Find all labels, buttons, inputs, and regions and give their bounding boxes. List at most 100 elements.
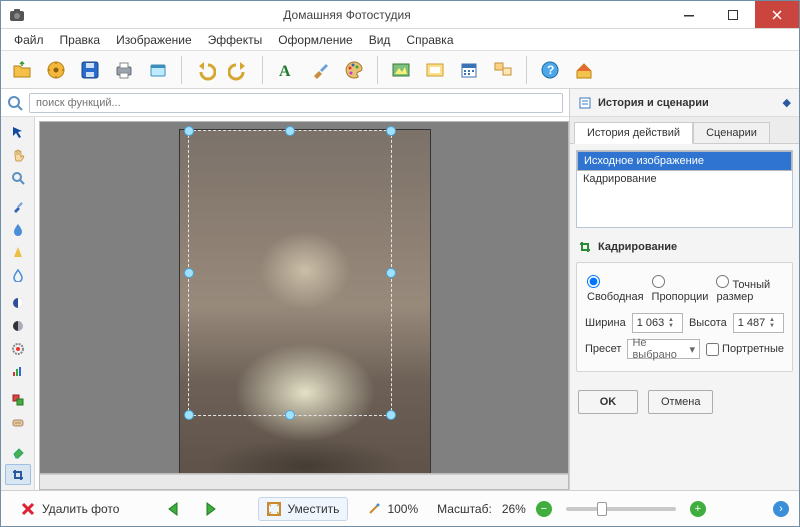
spinner-icon[interactable]: ▲▼ xyxy=(668,317,678,329)
tab-scenarios[interactable]: Сценарии xyxy=(693,122,770,144)
home-button[interactable] xyxy=(569,55,599,85)
tool-strip xyxy=(1,117,35,490)
search-bar xyxy=(1,89,569,117)
heal-tool[interactable] xyxy=(5,413,31,434)
mode-free[interactable]: Свободная xyxy=(587,275,644,303)
delete-photo-button[interactable]: Удалить фото xyxy=(11,496,128,522)
crop-panel-title: Кадрирование xyxy=(598,241,677,253)
crop-tool[interactable] xyxy=(5,464,31,485)
hand-tool[interactable] xyxy=(5,145,31,166)
height-label: Высота xyxy=(689,317,727,329)
crop-handle-e[interactable] xyxy=(386,268,396,278)
save-button[interactable] xyxy=(75,55,105,85)
zoom-out-button[interactable]: − xyxy=(536,501,552,517)
smudge-tool[interactable] xyxy=(5,264,31,285)
crop-handle-ne[interactable] xyxy=(386,126,396,136)
menu-effects[interactable]: Эффекты xyxy=(201,31,270,49)
levels-tool[interactable] xyxy=(5,361,31,382)
mode-exact[interactable]: Точный размер xyxy=(716,275,782,303)
minimize-button[interactable] xyxy=(667,1,711,28)
prev-button[interactable] xyxy=(162,498,188,520)
app-icon xyxy=(7,9,27,21)
height-input[interactable]: 1 487▲▼ xyxy=(733,313,784,333)
right-panel: История и сценарии ◆ История действий Сц… xyxy=(569,89,799,490)
calendar-button[interactable] xyxy=(454,55,484,85)
crop-handle-n[interactable] xyxy=(285,126,295,136)
menu-file[interactable]: Файл xyxy=(7,31,51,49)
maximize-button[interactable] xyxy=(711,1,755,28)
tab-history[interactable]: История действий xyxy=(574,122,693,144)
cancel-button[interactable]: Отмена xyxy=(648,390,713,414)
right-tabs: История действий Сценарии xyxy=(570,117,799,144)
menu-decor[interactable]: Оформление xyxy=(271,31,359,49)
menu-view[interactable]: Вид xyxy=(362,31,398,49)
next-button[interactable] xyxy=(198,498,224,520)
history-list[interactable]: Исходное изображение Кадрирование xyxy=(576,150,793,228)
brush-tool[interactable] xyxy=(5,196,31,217)
mode-prop[interactable]: Пропорции xyxy=(652,275,709,303)
crop-handle-nw[interactable] xyxy=(184,126,194,136)
crop-rect[interactable] xyxy=(188,130,392,416)
text-tool-button[interactable]: A xyxy=(271,55,301,85)
print-button[interactable] xyxy=(109,55,139,85)
canvas-scrollbar-h[interactable] xyxy=(39,474,569,490)
ok-button[interactable]: OK xyxy=(578,390,638,414)
zoom-100-button[interactable]: 100% xyxy=(358,497,427,521)
effects-button[interactable] xyxy=(386,55,416,85)
crop-handle-sw[interactable] xyxy=(184,410,194,420)
center-column xyxy=(1,89,569,490)
crop-handle-w[interactable] xyxy=(184,268,194,278)
window-title: Домашняя Фотостудия xyxy=(27,8,667,22)
svg-text:?: ? xyxy=(547,63,554,77)
burn-tool[interactable] xyxy=(5,316,31,337)
portrait-checkbox[interactable]: Портретные xyxy=(706,343,784,356)
clone-tool[interactable] xyxy=(5,390,31,411)
main-toolbar: A ? xyxy=(1,51,799,89)
close-button[interactable] xyxy=(755,1,799,28)
scan-button[interactable] xyxy=(143,55,173,85)
delete-icon xyxy=(20,501,36,517)
preset-label: Пресет xyxy=(585,343,621,355)
preset-select[interactable]: Не выбрано▾ xyxy=(627,339,700,359)
zoom-slider-knob[interactable] xyxy=(597,502,607,516)
dodge-tool[interactable] xyxy=(5,293,31,314)
crop-handle-s[interactable] xyxy=(285,410,295,420)
search-icon xyxy=(7,95,23,111)
toolbar-sep xyxy=(181,56,182,84)
zoom-in-button[interactable]: + xyxy=(690,501,706,517)
pointer-tool[interactable] xyxy=(5,122,31,143)
undo-button[interactable] xyxy=(190,55,220,85)
history-row[interactable]: Кадрирование xyxy=(577,171,792,187)
toolbar-sep xyxy=(377,56,378,84)
crop-icon xyxy=(578,240,592,254)
zoom-tool[interactable] xyxy=(5,167,31,188)
fit-button[interactable]: Уместить xyxy=(258,497,348,521)
canvas[interactable] xyxy=(39,121,569,474)
brush-button[interactable] xyxy=(305,55,335,85)
zoom-slider[interactable] xyxy=(566,507,676,511)
frame-button[interactable] xyxy=(420,55,450,85)
eraser-tool[interactable] xyxy=(5,442,31,463)
menu-edit[interactable]: Правка xyxy=(53,31,108,49)
width-label: Ширина xyxy=(585,317,626,329)
blur-tool[interactable] xyxy=(5,219,31,240)
width-input[interactable]: 1 063▲▼ xyxy=(632,313,683,333)
fit-icon xyxy=(267,502,281,516)
palette-button[interactable] xyxy=(339,55,369,85)
search-input[interactable] xyxy=(29,93,563,113)
quick-button[interactable] xyxy=(41,55,71,85)
menu-image[interactable]: Изображение xyxy=(109,31,199,49)
app-window: Домашняя Фотостудия Файл Правка Изображе… xyxy=(0,0,800,527)
history-row[interactable]: Исходное изображение xyxy=(577,151,792,171)
crop-handle-se[interactable] xyxy=(386,410,396,420)
open-button[interactable] xyxy=(7,55,37,85)
sharpen-tool[interactable] xyxy=(5,242,31,263)
collapse-icon[interactable]: ◆ xyxy=(783,96,791,109)
menu-help[interactable]: Справка xyxy=(399,31,460,49)
info-button[interactable]: › xyxy=(773,501,789,517)
saturation-tool[interactable] xyxy=(5,338,31,359)
collage-button[interactable] xyxy=(488,55,518,85)
help-button[interactable]: ? xyxy=(535,55,565,85)
redo-button[interactable] xyxy=(224,55,254,85)
spinner-icon[interactable]: ▲▼ xyxy=(769,317,779,329)
